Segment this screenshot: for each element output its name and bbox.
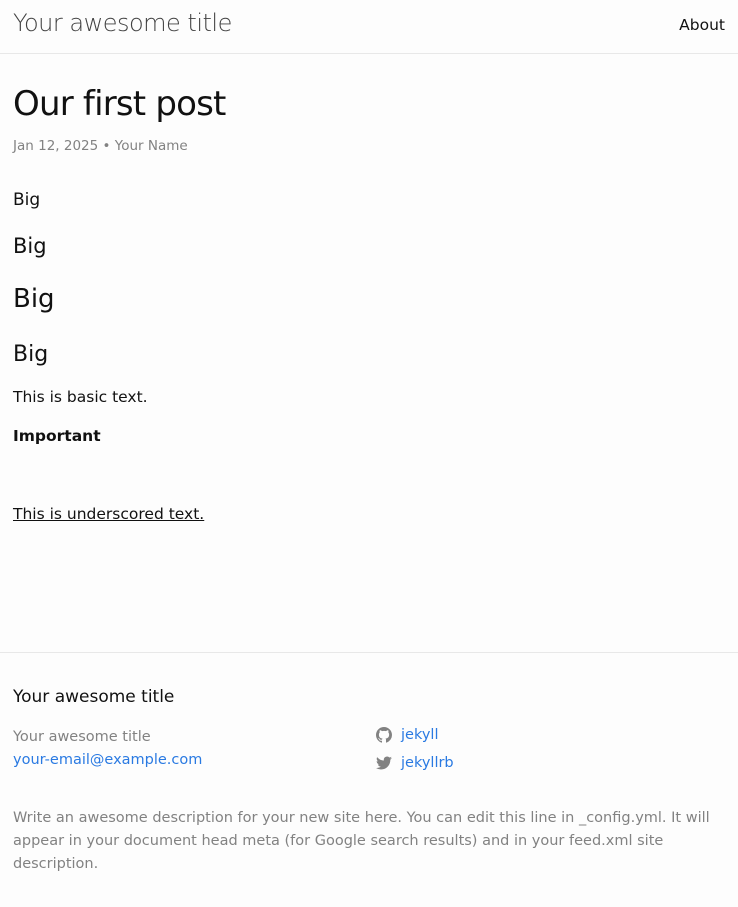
site-header: Your awesome title About: [0, 0, 738, 54]
heading-big-4: Big: [13, 342, 49, 367]
heading-big-3: Big: [13, 284, 55, 314]
underscored-text: This is underscored text.: [13, 505, 205, 523]
basic-text-paragraph: This is basic text.: [13, 388, 148, 406]
nav-link-about[interactable]: About: [679, 16, 725, 34]
post-article: Our first post Jan 12, 2025 • Your Name …: [0, 54, 738, 652]
twitter-icon: [376, 756, 392, 770]
footer-author-name: Your awesome title: [13, 729, 151, 745]
footer-email-link[interactable]: your-email@example.com: [13, 752, 202, 768]
post-meta: Jan 12, 2025 • Your Name: [13, 138, 188, 154]
heading-big-1: Big: [13, 190, 41, 210]
github-username: jekyll: [401, 727, 439, 743]
post-title: Our first post: [13, 84, 226, 124]
site-footer: Your awesome title Your awesome title yo…: [0, 652, 738, 907]
site-title-link[interactable]: Your awesome title: [13, 9, 232, 37]
heading-big-2: Big: [13, 234, 47, 258]
footer-heading: Your awesome title: [13, 687, 175, 707]
important-text: Important: [13, 427, 101, 445]
github-icon: [376, 727, 392, 743]
twitter-link[interactable]: jekyllrb: [376, 755, 454, 771]
site-description: Write an awesome description for your ne…: [13, 810, 710, 872]
twitter-username: jekyllrb: [401, 755, 454, 771]
github-link[interactable]: jekyll: [376, 727, 438, 743]
